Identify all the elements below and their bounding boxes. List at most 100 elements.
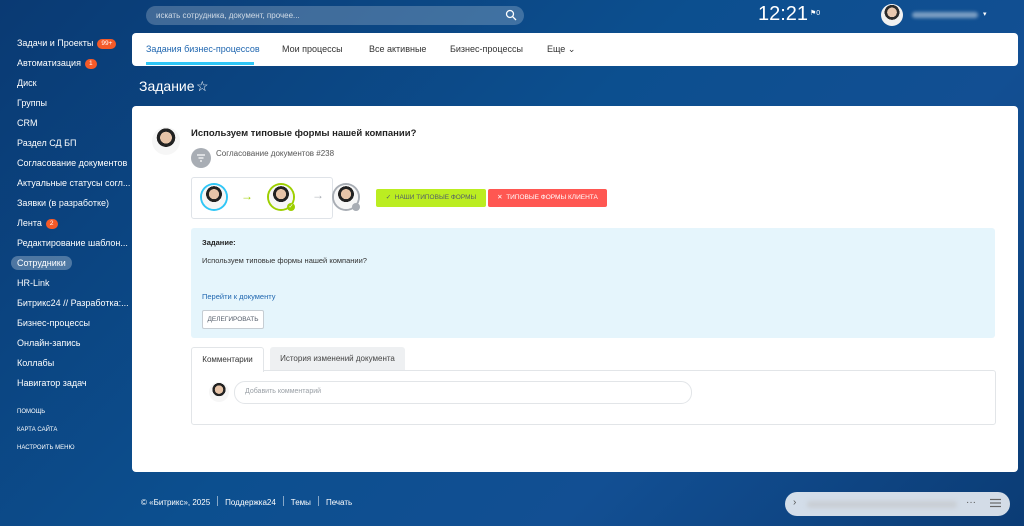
menu-icon[interactable] [990, 498, 1001, 508]
sidebar-item[interactable]: Автоматизация 1 [0, 53, 130, 73]
sidebar-item[interactable]: CRM [0, 113, 130, 133]
sidebar-item[interactable]: Заявки (в разработке) [0, 193, 130, 213]
sidebar-item-label: HR-Link [17, 278, 50, 288]
sidebar-item-label: Группы [17, 98, 47, 108]
delegate-button[interactable]: Делегировать [202, 310, 264, 329]
user-avatar[interactable] [881, 4, 903, 26]
divider [217, 496, 219, 506]
divider [317, 496, 319, 506]
avatar [209, 382, 229, 402]
sidebar-item-label: Сотрудники [11, 256, 72, 270]
sidebar-item[interactable]: Коллабы [0, 353, 130, 373]
user-name-blurred[interactable] [912, 12, 978, 18]
counter-badge: 99+ [97, 39, 117, 49]
task-description: Используем типовые формы нашей компании? [202, 256, 367, 265]
task-label: Задание: [202, 238, 236, 247]
sidebar-item[interactable]: Лента 2 [0, 213, 130, 233]
flow-step-initiator-avatar[interactable] [202, 185, 226, 209]
reject-button[interactable]: ✕ Типовые формы клиента [488, 189, 607, 207]
print-link[interactable]: Печать [326, 498, 352, 507]
close-icon: ✕ [497, 194, 503, 201]
chevron-down-icon: ⌄ [567, 44, 576, 54]
sidebar-item-label: Раздел СД БП [17, 138, 77, 148]
sidebar-item[interactable]: Группы [0, 93, 130, 113]
star-icon[interactable]: ☆ [196, 78, 209, 95]
sidebar-item[interactable]: Бизнес-процессы [0, 313, 130, 333]
tab-bar: Задания бизнес-процессов Мои процессы Вс… [132, 33, 1018, 66]
sidebar-item[interactable]: HR-Link [0, 273, 130, 293]
tab-more[interactable]: Еще ⌄ [547, 44, 575, 55]
sidebar-item[interactable]: Битрикс24 // Разработка:... [0, 293, 130, 313]
arrow-right-icon: → [312, 188, 324, 202]
check-icon: ✓ [385, 194, 392, 201]
sidebar-item[interactable]: Навигатор задач [0, 373, 130, 393]
search-input[interactable]: искать сотрудника, документ, прочее... [156, 11, 300, 20]
sidebar-item-label: Согласование документов [17, 158, 128, 168]
sidebar-item-label: CRM [17, 118, 38, 128]
reject-button-label: Типовые формы клиента [506, 194, 598, 201]
chevron-right-icon[interactable]: › [793, 497, 796, 508]
active-tab-indicator [146, 62, 254, 65]
sidebar-item[interactable]: Задачи и Проекты 99+ [0, 33, 130, 53]
document-reference: Согласование документов #238 [216, 149, 335, 158]
clock[interactable]: 12:21 [758, 3, 808, 26]
sidebar-item-label: Битрикс24 // Разработка:... [17, 298, 129, 308]
left-menu: Задачи и Проекты 99+ Автоматизация 1 Диск Гру… [0, 33, 130, 457]
comments-panel: Добавить комментарий [191, 370, 996, 425]
approve-button-label: Наши типовые формы [394, 194, 477, 201]
sidebar-item-label: Заявки (в разработке) [17, 198, 110, 208]
sidebar-item-label: Коллабы [17, 358, 55, 368]
arrow-right-icon: → [241, 189, 253, 203]
comment-placeholder: Добавить комментарий [245, 388, 322, 395]
tab-comments[interactable]: Комментарии [191, 347, 264, 372]
sidebar-item[interactable]: Онлайн-запись [0, 333, 130, 353]
sidebar-item[interactable]: Редактирование шаблон... [0, 233, 130, 253]
sidebar-item-label: Автоматизация [17, 58, 81, 68]
clock-icon [352, 203, 360, 211]
divider [282, 496, 284, 506]
approve-button[interactable]: ✓ Наши типовые формы [376, 189, 486, 207]
task-info-box: Задание: Используем типовые формы нашей … [191, 228, 995, 338]
sidebar-item-label: Задачи и Проекты [17, 38, 94, 48]
page-title: Задание [139, 78, 195, 94]
task-card: Используем типовые формы нашей компании?… [132, 106, 1018, 472]
tab-my-processes[interactable]: Мои процессы [282, 44, 343, 54]
footer: © «Битрикс», 2025 Поддержка24 Темы Печать [141, 496, 352, 507]
counter-badge: 2 [45, 219, 58, 229]
tab-bp-tasks[interactable]: Задания бизнес-процессов [146, 44, 260, 54]
tab-all-active[interactable]: Все активные [369, 44, 426, 54]
go-to-document-link[interactable]: Перейти к документу [202, 292, 275, 301]
sidebar-item[interactable]: Диск [0, 73, 130, 93]
comment-input[interactable]: Добавить комментарий [234, 381, 692, 404]
chevron-down-icon[interactable]: ▾ [983, 10, 987, 18]
sidebar-item-label: Бизнес-процессы [17, 318, 90, 328]
sidebar-footer-link[interactable]: настроить меню [0, 439, 130, 457]
sidebar-item[interactable]: Сотрудники [0, 253, 130, 273]
sidebar-item-label: Диск [17, 78, 37, 88]
tab-document-history[interactable]: История изменений документа [270, 347, 405, 371]
messenger-preview-blurred[interactable] [807, 501, 957, 508]
sidebar-item[interactable]: Актуальные статусы согл... [0, 173, 130, 193]
tab-more-label[interactable]: Еще [547, 44, 565, 54]
filter-icon [191, 148, 211, 168]
author-avatar[interactable] [152, 127, 180, 155]
sidebar-footer-link[interactable]: помощь [0, 403, 130, 421]
tab-business-processes[interactable]: Бизнес-процессы [450, 44, 523, 54]
themes-link[interactable]: Темы [291, 498, 311, 507]
search-icon[interactable] [505, 9, 517, 21]
sidebar-item-label: Онлайн-запись [17, 338, 81, 348]
messenger-bar[interactable]: › ··· [785, 492, 1010, 516]
sidebar-item[interactable]: Раздел СД БП [0, 133, 130, 153]
sidebar-item-label: Лента [17, 218, 42, 228]
sidebar-footer-link[interactable]: карта сайта [0, 421, 130, 439]
more-icon[interactable]: ··· [966, 497, 976, 508]
check-icon: ✓ [287, 203, 295, 211]
support-link[interactable]: Поддержка24 [225, 498, 276, 507]
sidebar-item[interactable]: Согласование документов [0, 153, 130, 173]
task-title: Используем типовые формы нашей компании? [191, 128, 417, 139]
work-time-flag[interactable]: ⚑0 [810, 9, 820, 17]
global-search[interactable]: искать сотрудника, документ, прочее... [146, 6, 524, 25]
copyright: © «Битрикс», 2025 [141, 498, 211, 507]
sidebar-item-label: Навигатор задач [17, 378, 87, 388]
